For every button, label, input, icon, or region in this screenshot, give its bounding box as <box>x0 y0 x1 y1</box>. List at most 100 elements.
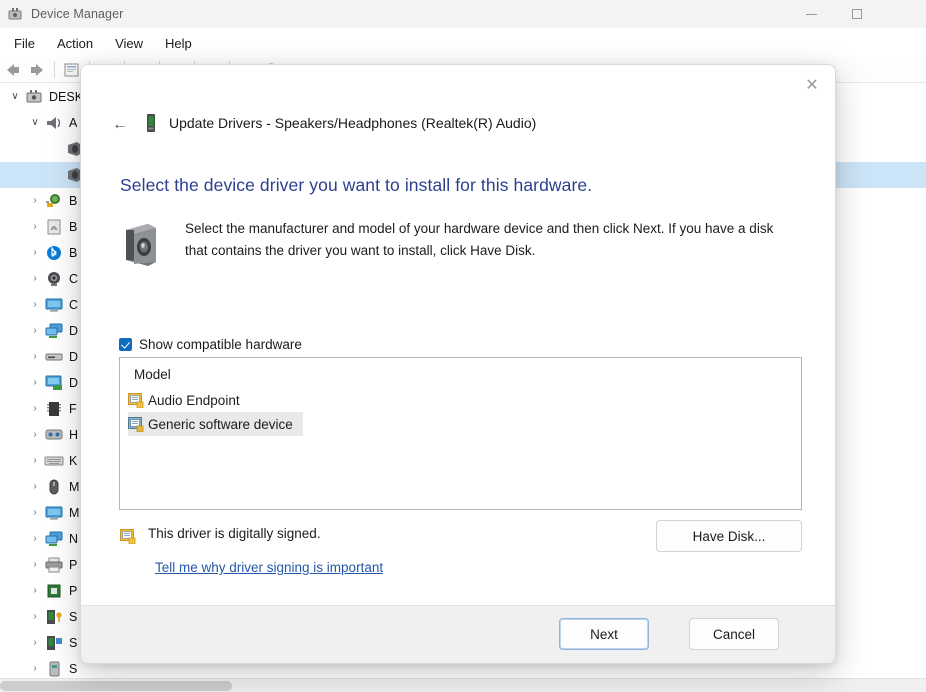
chevron-right-icon[interactable]: › <box>26 222 44 232</box>
tree-row-label: H <box>69 428 78 442</box>
chevron-right-icon[interactable]: › <box>26 352 44 362</box>
driver-signed-text: This driver is digitally signed. <box>148 526 321 541</box>
chevron-right-icon[interactable]: › <box>26 326 44 336</box>
tree-row-label: M <box>69 506 79 520</box>
description-block: Select the manufacturer and model of you… <box>120 218 799 270</box>
display-icon <box>44 374 64 392</box>
tree-row-label: M <box>69 480 79 494</box>
chevron-right-icon[interactable]: › <box>26 612 44 622</box>
tree-row-label: S <box>69 662 77 676</box>
chevron-right-icon[interactable]: › <box>26 534 44 544</box>
keyboard-icon <box>44 452 64 470</box>
tree-row-label: D <box>69 376 78 390</box>
cancel-button[interactable]: Cancel <box>689 618 779 650</box>
computer-icon <box>24 88 44 106</box>
printer-icon <box>44 556 64 574</box>
chevron-right-icon[interactable]: › <box>26 664 44 674</box>
scrollbar-thumb[interactable] <box>0 681 232 691</box>
tree-row-label: D <box>69 350 78 364</box>
menu-help[interactable]: Help <box>154 33 203 54</box>
checkbox-label: Show compatible hardware <box>139 337 302 352</box>
tree-row-label: P <box>69 558 77 572</box>
dialog-description: Select the manufacturer and model of you… <box>185 218 799 270</box>
next-button[interactable]: Next <box>559 618 649 650</box>
close-icon[interactable]: ✕ <box>795 71 829 101</box>
tree-row-label: K <box>69 454 77 468</box>
dialog-header: Update Drivers - Speakers/Headphones (Re… <box>143 113 795 133</box>
show-compatible-hardware-checkbox[interactable]: Show compatible hardware <box>119 337 302 352</box>
chevron-down-icon[interactable]: ∨ <box>26 118 44 128</box>
chevron-right-icon[interactable]: › <box>26 274 44 284</box>
disk-drive-icon <box>44 348 64 366</box>
tree-row-label: A <box>69 116 77 130</box>
firmware-icon <box>44 400 64 418</box>
tree-row-label: D <box>69 324 78 338</box>
monitor-icon <box>44 296 64 314</box>
dialog-heading: Select the device driver you want to ins… <box>120 175 592 196</box>
tree-row-label: S <box>69 636 77 650</box>
menu-file[interactable]: File <box>3 33 46 54</box>
have-disk-button[interactable]: Have Disk... <box>656 520 802 552</box>
driver-gold-icon <box>128 393 144 408</box>
battery-plug-icon <box>44 192 64 210</box>
processor-icon <box>44 582 64 600</box>
chevron-right-icon[interactable]: › <box>26 560 44 570</box>
device-manager-icon <box>7 6 23 22</box>
window-title: Device Manager <box>31 7 123 21</box>
driver-signed-status: This driver is digitally signed. <box>120 526 321 544</box>
minimize-icon <box>806 14 817 15</box>
maximize-icon <box>852 9 862 19</box>
chevron-right-icon[interactable]: › <box>26 378 44 388</box>
minimize-button[interactable] <box>788 0 834 28</box>
dialog-title: Update Drivers - Speakers/Headphones (Re… <box>169 115 536 131</box>
tree-row-label: N <box>69 532 78 546</box>
security-device-icon <box>44 608 64 626</box>
tree-row-label: C <box>69 272 78 286</box>
list-item[interactable]: Audio Endpoint <box>120 388 801 412</box>
menu-view[interactable]: View <box>104 33 154 54</box>
chevron-right-icon[interactable]: › <box>26 638 44 648</box>
forward-arrow-icon[interactable] <box>26 60 48 80</box>
tree-row-label: B <box>69 220 77 234</box>
dialog-footer: Next Cancel <box>81 605 835 663</box>
driver-signed-icon <box>120 529 136 544</box>
storage-icon <box>44 660 64 678</box>
toolbar-separator <box>54 61 55 78</box>
chevron-right-icon[interactable]: › <box>26 404 44 414</box>
chevron-right-icon[interactable]: › <box>26 586 44 596</box>
network-adapter-icon <box>44 530 64 548</box>
tree-row-label: F <box>69 402 77 416</box>
camera-icon <box>44 270 64 288</box>
chevron-right-icon[interactable]: › <box>26 456 44 466</box>
menubar: File Action View Help <box>0 30 926 56</box>
chevron-right-icon[interactable]: › <box>26 508 44 518</box>
update-drivers-dialog: ✕ ← Update Drivers - Speakers/Headphones… <box>80 64 836 664</box>
back-icon[interactable]: ← <box>109 114 131 136</box>
tree-row-label: B <box>69 194 77 208</box>
model-column-header: Model <box>120 358 801 388</box>
close-window-button[interactable] <box>880 0 926 28</box>
driver-signing-link[interactable]: Tell me why driver signing is important <box>155 560 383 575</box>
device-icon <box>143 113 159 133</box>
tree-row-label: P <box>69 584 77 598</box>
chevron-down-icon[interactable]: ∨ <box>6 92 24 102</box>
chevron-right-icon[interactable]: › <box>26 482 44 492</box>
monitor-icon <box>44 504 64 522</box>
horizontal-scrollbar[interactable] <box>0 678 926 692</box>
display-adapter-icon <box>44 322 64 340</box>
software-component-icon <box>44 634 64 652</box>
model-listbox[interactable]: Model Audio Endpoint <box>119 357 802 510</box>
menu-action[interactable]: Action <box>46 33 104 54</box>
tree-row-label: B <box>69 246 77 260</box>
tree-row-label: S <box>69 610 77 624</box>
back-arrow-icon[interactable] <box>2 60 24 80</box>
chevron-right-icon[interactable]: › <box>26 196 44 206</box>
checkbox-indicator[interactable] <box>119 338 132 351</box>
chevron-right-icon[interactable]: › <box>26 248 44 258</box>
tree-row-label: DESK <box>49 90 83 104</box>
maximize-button[interactable] <box>834 0 880 28</box>
chevron-right-icon[interactable]: › <box>26 430 44 440</box>
list-item-label: Generic software device <box>148 417 293 432</box>
chevron-right-icon[interactable]: › <box>26 300 44 310</box>
list-item[interactable]: Generic software device <box>120 412 801 436</box>
